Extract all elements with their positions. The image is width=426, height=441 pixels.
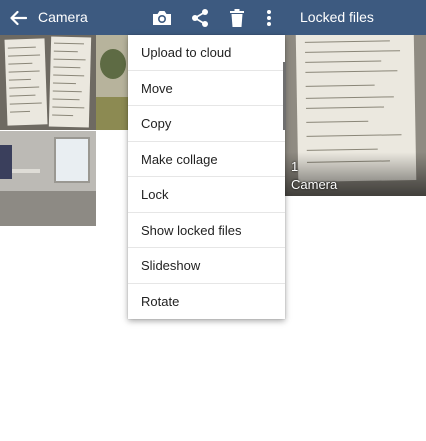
folder-item-count: 1: [291, 159, 299, 174]
menu-item-lock[interactable]: Lock: [128, 177, 285, 213]
grass-shape: [96, 97, 132, 130]
back-button[interactable]: [4, 0, 32, 35]
locked-files-title[interactable]: Locked files: [300, 0, 374, 35]
window-shape: [54, 137, 90, 183]
share-icon: [192, 8, 208, 27]
delete-button[interactable]: [225, 0, 249, 35]
app-bar: Camera Locked files: [0, 0, 426, 35]
more-vert-icon: [267, 9, 271, 26]
table-shape: [12, 169, 40, 173]
receipt-paper: [4, 38, 48, 126]
scrollbar-thumb[interactable]: [283, 62, 286, 130]
photo-thumbnail-room[interactable]: [0, 131, 96, 226]
overflow-menu: Upload to cloud Move Copy Make collage L…: [128, 35, 285, 319]
photo-thumbnail-receipts[interactable]: [0, 35, 96, 130]
back-arrow-icon: [10, 10, 27, 25]
photo-thumbnail-outdoor[interactable]: [96, 35, 132, 130]
camera-button[interactable]: [150, 0, 174, 35]
tree-shape: [100, 49, 126, 79]
delete-icon: [230, 8, 244, 27]
camera-icon: [153, 11, 171, 25]
menu-item-upload-to-cloud[interactable]: Upload to cloud: [128, 35, 285, 71]
more-options-button[interactable]: [259, 0, 279, 35]
menu-item-copy[interactable]: Copy: [128, 106, 285, 142]
floor-shape: [0, 191, 96, 226]
folder-locked-camera[interactable]: 1 Camera: [285, 35, 426, 196]
menu-item-slideshow[interactable]: Slideshow: [128, 248, 285, 284]
folder-name: Camera: [291, 177, 338, 192]
receipt-paper: [48, 36, 92, 128]
menu-item-make-collage[interactable]: Make collage: [128, 142, 285, 177]
menu-item-rotate[interactable]: Rotate: [128, 284, 285, 320]
menu-item-move[interactable]: Move: [128, 71, 285, 106]
page-title: Camera: [38, 9, 88, 25]
chair-shape: [0, 145, 12, 179]
share-button[interactable]: [188, 0, 212, 35]
menu-item-show-locked-files[interactable]: Show locked files: [128, 213, 285, 248]
